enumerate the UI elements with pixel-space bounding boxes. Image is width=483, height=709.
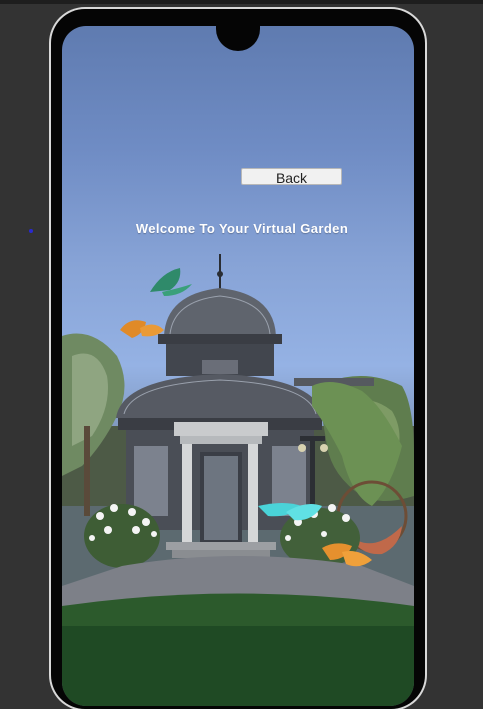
top-bar bbox=[0, 0, 483, 4]
back-button[interactable]: Back bbox=[241, 168, 342, 186]
garden-scene bbox=[62, 254, 414, 706]
flower-bush-icon bbox=[84, 504, 160, 568]
welcome-text: Welcome To Your Virtual Garden bbox=[135, 221, 349, 236]
app-screen[interactable] bbox=[62, 26, 414, 706]
cursor-dot bbox=[29, 229, 33, 233]
butterfly-icon bbox=[150, 268, 192, 296]
butterfly-icon bbox=[120, 320, 164, 338]
